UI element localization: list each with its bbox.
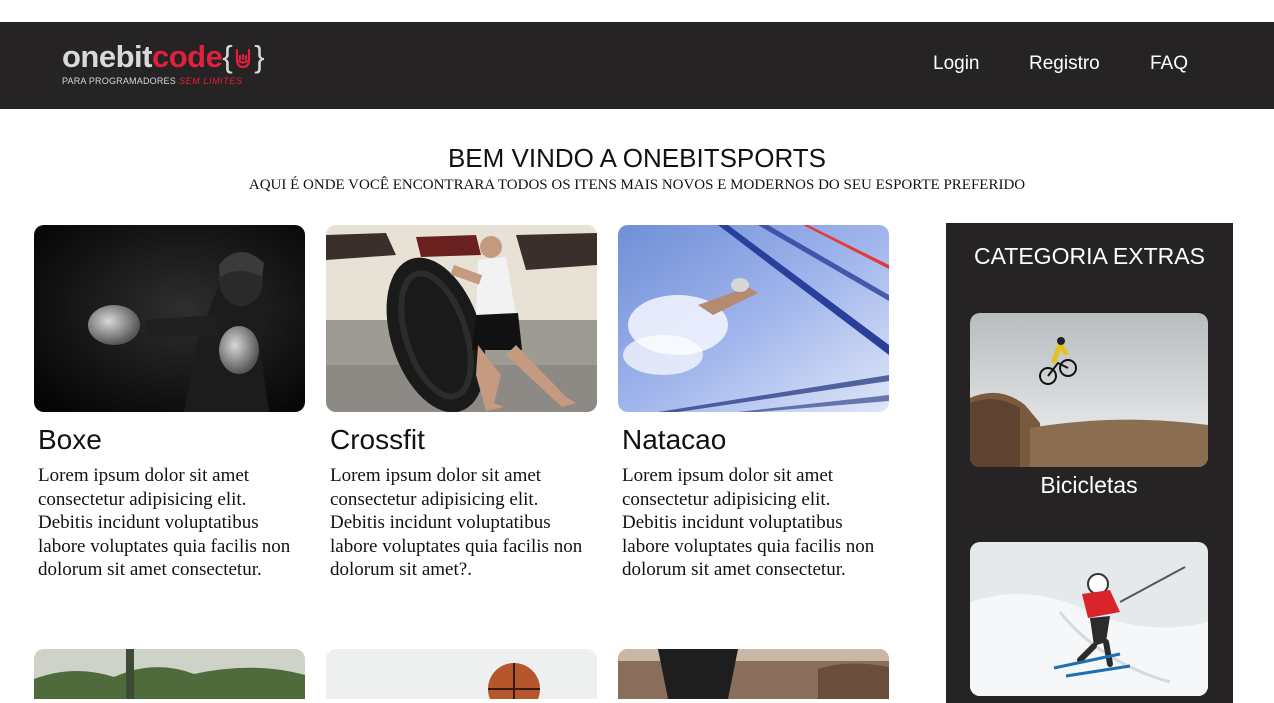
navbar: onebitcode{} PARA PROGRAMADORES SEM LIMIT…: [0, 22, 1274, 109]
logo-code-text: code: [152, 39, 223, 74]
natacao-image: [618, 225, 889, 412]
sidebar-item-ski[interactable]: [970, 542, 1208, 696]
logo-one-text: onebit: [62, 39, 153, 74]
card-boxe[interactable]: Boxe Lorem ipsum dolor sit amet consecte…: [34, 225, 305, 582]
sidebar-item-bicicletas[interactable]: Bicicletas: [970, 313, 1208, 499]
logo[interactable]: onebitcode{} PARA PROGRAMADORES SEM LIMIT…: [62, 40, 312, 92]
page-subtitle: AQUI É ONDE VOCÊ ENCONTRARA TODOS OS ITE…: [248, 177, 1026, 193]
card-title: Boxe: [38, 424, 102, 455]
logo-tagline: PARA PROGRAMADORES SEM LIMITES: [62, 76, 243, 86]
card-title: Natacao: [622, 424, 727, 455]
card-title: Crossfit: [330, 424, 425, 455]
card-text: Lorem ipsum dolor sit amet consectetur a…: [330, 465, 583, 580]
nav-faq-link[interactable]: FAQ: [1150, 53, 1188, 75]
card-text: Lorem ipsum dolor sit amet consectetur a…: [38, 465, 291, 580]
logo-open-brace: {: [222, 39, 233, 74]
bicicletas-image: [970, 313, 1208, 467]
sidebar-categoria-extras: CATEGORIA EXTRAS Bicicletas: [946, 223, 1233, 703]
card-bottom-1-image[interactable]: [34, 649, 305, 699]
boxe-image: [34, 225, 305, 412]
nav-registro-link[interactable]: Registro: [1029, 53, 1100, 75]
logo-wordmark: onebitcode{}: [62, 39, 265, 74]
logo-close-brace: }: [254, 39, 265, 74]
crossfit-image: [326, 225, 597, 412]
card-bottom-2-image[interactable]: [326, 649, 597, 699]
ski-image: [970, 542, 1208, 696]
card-crossfit[interactable]: Crossfit Lorem ipsum dolor sit amet cons…: [326, 225, 597, 582]
card-bottom-3-image[interactable]: [618, 649, 889, 699]
nav-login-link[interactable]: Login: [933, 53, 980, 75]
sidebar-title: CATEGORIA EXTRAS: [974, 243, 1205, 269]
page-title: BEM VINDO A ONEBITSPORTS: [447, 143, 827, 173]
card-text: Lorem ipsum dolor sit amet consectetur a…: [622, 465, 875, 580]
sidebar-item-label: Bicicletas: [1040, 472, 1138, 498]
card-natacao[interactable]: Natacao Lorem ipsum dolor sit amet conse…: [618, 225, 889, 582]
rock-hand-icon: [236, 48, 251, 69]
tagline-part-b: SEM LIMITES: [178, 76, 243, 86]
tagline-part-a: PARA PROGRAMADORES: [62, 76, 176, 86]
